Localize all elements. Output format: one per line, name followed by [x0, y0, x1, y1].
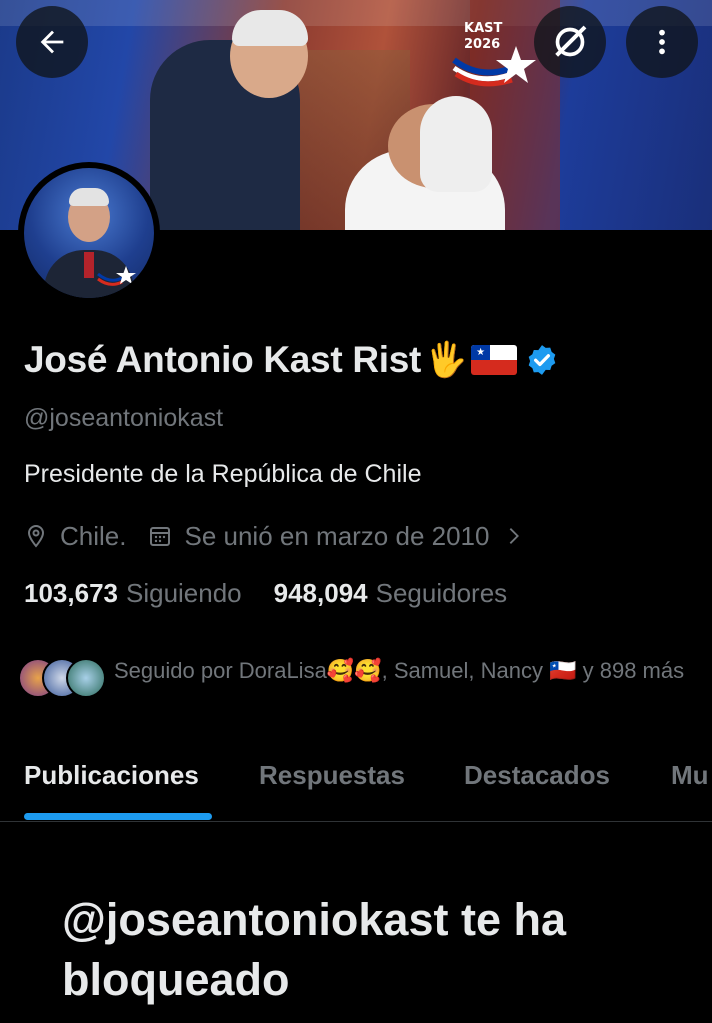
followed-by-text: Seguido por DoraLisa🥰🥰, Samuel, Nancy 🇨🇱…: [114, 658, 685, 683]
profile-tabs: Publicaciones Respuestas Destacados Mu: [0, 756, 712, 822]
verified-badge-icon[interactable]: [525, 343, 559, 377]
grok-icon: [555, 25, 587, 57]
following-label: Siguiendo: [125, 578, 242, 608]
bio: Presidente de la República de Chile: [24, 460, 422, 488]
avatar-hair: [69, 188, 109, 206]
banner-person-right-cap: [420, 96, 492, 192]
following-count: 103,673: [24, 578, 118, 608]
joined-text: Se unió en marzo de 2010: [184, 520, 490, 551]
name-row: José Antonio Kast Rist 🖐️ ★: [24, 334, 559, 386]
handle: @joseantoniokast: [24, 404, 224, 432]
more-options-button[interactable]: [626, 6, 698, 78]
raised-hand-emoji: 🖐️: [425, 341, 468, 379]
tab-multimedia[interactable]: Mu: [671, 760, 709, 791]
vertical-dots-icon: [659, 29, 665, 55]
banner-person-left-hair: [232, 10, 308, 46]
profile-avatar[interactable]: [18, 162, 160, 304]
follow-stats: 103,673 Siguiendo 948,094 Seguidores: [24, 578, 507, 609]
calendar-icon: [150, 527, 171, 546]
followers-link[interactable]: 948,094 Seguidores: [274, 578, 508, 609]
display-name: José Antonio Kast Rist: [24, 339, 422, 380]
kast-2026-logo: KAST 2026: [450, 18, 540, 88]
location-text: Chile.: [60, 520, 127, 551]
avatar-star-icon: [97, 266, 136, 286]
follower-avatars: [18, 654, 114, 700]
tab-respuestas[interactable]: Respuestas: [259, 760, 405, 791]
logo-swoosh-icon: [452, 46, 536, 87]
chile-flag-icon: ★: [471, 345, 518, 375]
back-button[interactable]: [16, 6, 88, 78]
following-link[interactable]: 103,673 Siguiendo: [24, 578, 242, 609]
followers-label: Seguidores: [375, 578, 508, 608]
profile-meta: Chile. Se unió en marzo de 2010: [24, 518, 537, 554]
followers-count: 948,094: [273, 578, 368, 608]
ceiling-beam: [0, 0, 712, 26]
location-pin-icon: [27, 524, 45, 548]
grok-button[interactable]: [534, 6, 606, 78]
follower-avatar: [66, 658, 106, 698]
tab-destacados[interactable]: Destacados: [464, 760, 610, 791]
followed-by[interactable]: Seguido por DoraLisa🥰🥰, Samuel, Nancy 🇨🇱…: [18, 654, 698, 700]
arrow-left-icon: [40, 30, 64, 54]
chevron-right-icon: [510, 528, 520, 544]
avatar-tie: [84, 252, 94, 278]
active-tab-indicator: [24, 813, 212, 820]
location: Chile.: [24, 521, 126, 552]
joined-date[interactable]: Se unió en marzo de 2010: [148, 521, 537, 552]
tab-publicaciones[interactable]: Publicaciones: [24, 760, 199, 791]
blocked-message: @joseantoniokast te ha bloqueado: [62, 894, 566, 1005]
